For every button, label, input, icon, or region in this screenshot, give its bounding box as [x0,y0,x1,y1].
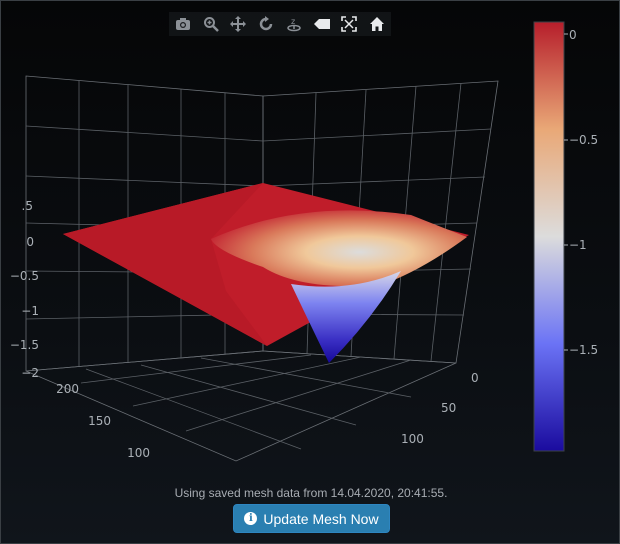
colorbar: 0 −0.5 −1 −1.5 [533,21,598,452]
pan-icon[interactable] [228,14,248,34]
colorbar-tick: 0 [569,28,577,42]
y-tick: 100 [127,446,150,460]
z-tick: .5 [22,199,33,213]
x-tick: 100 [401,432,424,446]
z-tick: −0.5 [10,269,39,283]
zoom-icon[interactable] [201,14,221,34]
reset-camera-icon[interactable] [312,14,332,34]
orbit-icon[interactable] [256,14,276,34]
x-tick: 50 [441,401,456,415]
colorbar-tick: −0.5 [569,133,598,147]
autoscale-icon[interactable] [339,14,359,34]
surface-mesh [63,183,469,363]
z-tick: −2 [21,366,39,380]
z-tick: −1.5 [10,338,39,352]
z-tick: 0 [26,235,34,249]
info-icon: i [244,512,258,525]
z-tick: −1 [21,304,39,318]
y-tick: 200 [56,382,79,396]
colorbar-tick: −1.5 [569,343,598,357]
plot-panel: −2 −1.5 −1 −0.5 0 .5 0 50 100 200 150 10… [0,0,620,544]
colorbar-tick: −1 [569,238,587,252]
z-axis-ticks: −2 −1.5 −1 −0.5 0 .5 [10,199,39,380]
turntable-icon[interactable]: z [284,14,304,34]
svg-text:z: z [291,17,295,26]
surface-plot[interactable]: −2 −1.5 −1 −0.5 0 .5 0 50 100 200 150 10… [1,1,620,471]
update-mesh-label: Update Mesh Now [263,510,379,527]
x-tick: 0 [471,371,479,385]
y-axis-ticks: 200 150 100 [56,382,150,460]
home-icon[interactable] [367,14,387,34]
update-mesh-button[interactable]: i Update Mesh Now [233,504,390,533]
camera-icon[interactable] [173,14,193,34]
mesh-data-caption: Using saved mesh data from 14.04.2020, 2… [174,486,448,500]
modebar: z [169,12,391,36]
y-tick: 150 [88,414,111,428]
